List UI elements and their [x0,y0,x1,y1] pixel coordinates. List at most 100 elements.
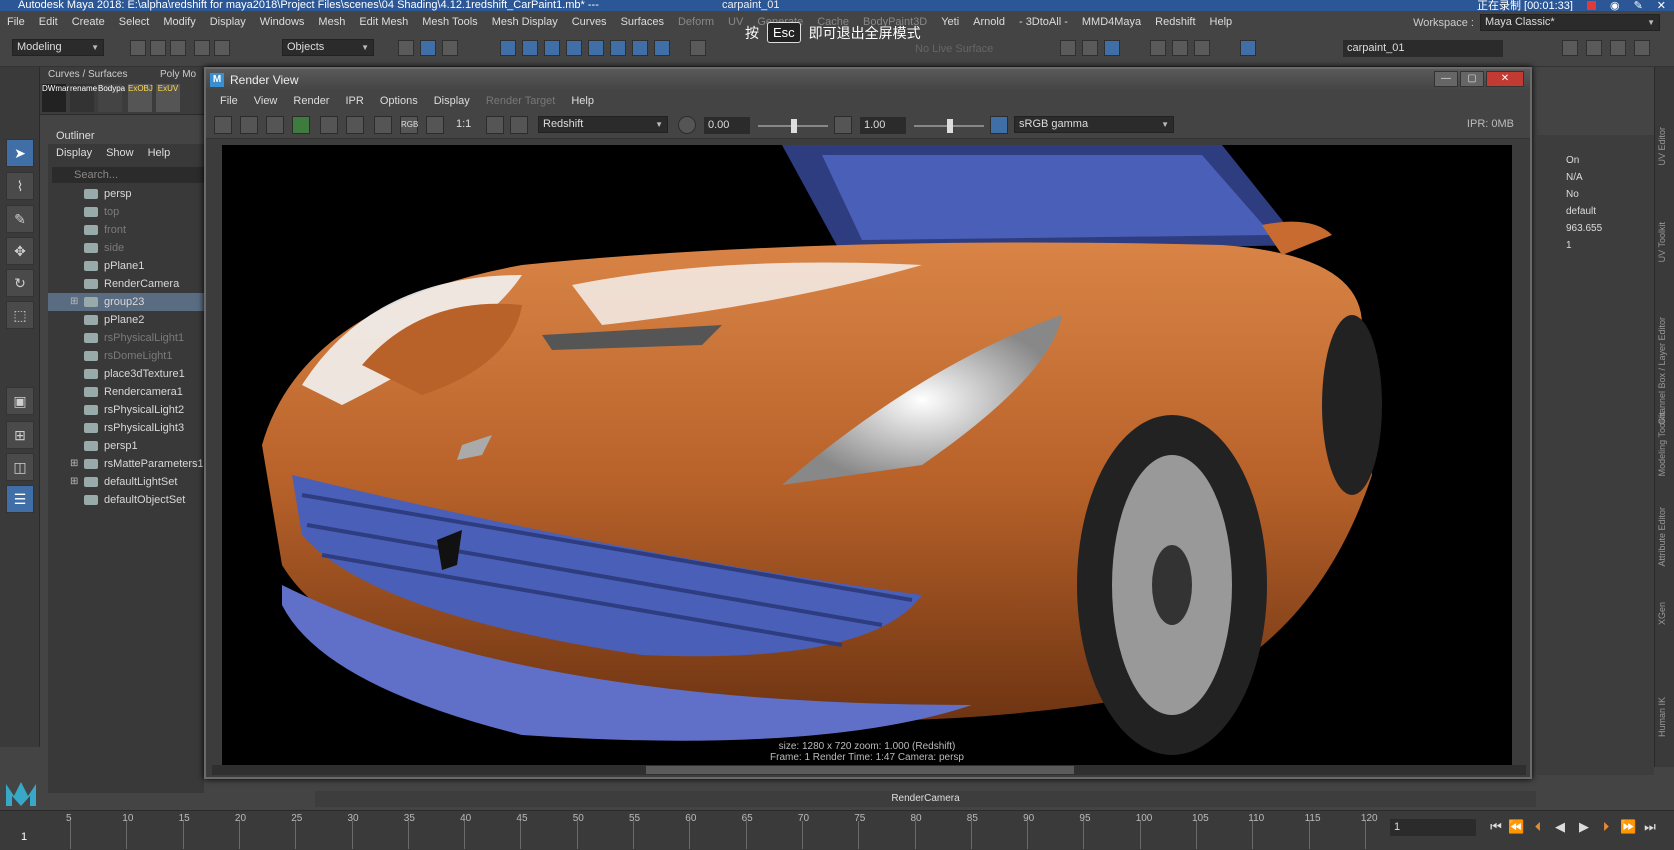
menu-mesh-tools[interactable]: Mesh Tools [415,16,484,28]
menu-redshift[interactable]: Redshift [1148,16,1202,28]
snap-point-icon[interactable] [544,40,560,56]
outliner-item[interactable]: rsPhysicalLight1 [48,329,204,347]
outliner-menu-show[interactable]: Show [106,147,134,159]
new-scene-icon[interactable] [130,40,146,56]
shelf-tab-poly[interactable]: Poly Mo [160,69,196,80]
outliner-item[interactable]: pPlane2 [48,311,204,329]
ipr-refresh-icon[interactable] [320,116,338,134]
expand-icon[interactable]: ⊞ [70,455,78,473]
render-view-titlebar[interactable]: M Render View — ▢ ✕ [206,69,1530,91]
outliner-item[interactable]: RenderCamera [48,275,204,293]
select-hierarchy-icon[interactable] [398,40,414,56]
menu-display[interactable]: Display [203,16,253,28]
exposure-reset-icon[interactable] [678,116,696,134]
outliner-item[interactable]: defaultObjectSet [48,491,204,509]
play-back-icon[interactable]: ◀ [1552,819,1568,835]
maximize-button[interactable]: ▢ [1460,71,1484,87]
workspace-dropdown[interactable]: Maya Classic* [1480,14,1660,31]
right-tab-uv-toolkit[interactable]: UV Toolkit [1657,222,1667,262]
outliner-item[interactable]: persp1 [48,437,204,455]
paint-select-icon[interactable]: ✎ [6,205,34,233]
ipr-render-icon[interactable] [292,116,310,134]
camera-icon[interactable] [1060,40,1076,56]
outliner-item[interactable]: top [48,203,204,221]
renderer-dropdown[interactable]: Redshift [538,116,668,133]
rv-menu-render[interactable]: Render [285,95,337,107]
outliner-item[interactable]: rsDomeLight1 [48,347,204,365]
right-tab-human-ik[interactable]: Human IK [1657,697,1667,737]
go-to-end-icon[interactable]: ⏭ [1642,819,1658,835]
render-icon[interactable] [1082,40,1098,56]
menu-yeti[interactable]: Yeti [934,16,966,28]
render-frame-icon[interactable] [214,116,232,134]
camera-icon[interactable]: ◉ [1610,0,1620,11]
outliner-item[interactable]: Rendercamera1 [48,383,204,401]
menu-edit-mesh[interactable]: Edit Mesh [352,16,415,28]
gamma-reset-icon[interactable] [834,116,852,134]
exposure-field[interactable]: 0.00 [704,117,750,134]
color-management-icon[interactable] [990,116,1008,134]
snap-view-icon[interactable] [588,40,604,56]
shelf-button-bodypaint[interactable]: Bodypa [98,84,125,112]
attribute-editor-icon[interactable] [1586,40,1602,56]
rv-menu-help[interactable]: Help [563,95,602,107]
zoom-ratio-label[interactable]: 1:1 [456,118,471,130]
pen-icon[interactable]: ✎ [1634,0,1643,11]
outliner-search-input[interactable]: Search... [52,167,204,183]
outliner-item[interactable]: place3dTexture1 [48,365,204,383]
outliner-item[interactable]: rsPhysicalLight2 [48,401,204,419]
right-tab-modeling-toolkit[interactable]: Modeling Toolkit [1657,412,1667,476]
rv-menu-options[interactable]: Options [372,95,426,107]
menu-edit[interactable]: Edit [32,16,65,28]
open-scene-icon[interactable] [150,40,166,56]
next-key-icon[interactable]: ⏵ [1598,819,1614,835]
menu-windows[interactable]: Windows [253,16,312,28]
menu-3dtoall[interactable]: - 3DtoAll - [1012,16,1075,28]
single-view-icon[interactable]: ▣ [6,387,34,415]
exposure-slider[interactable] [758,119,828,133]
snap-grid-icon[interactable] [500,40,516,56]
stop-render-icon[interactable] [1172,40,1188,56]
play-forward-icon[interactable]: ▶ [1576,819,1592,835]
outliner-item[interactable]: ⊞ defaultLightSet [48,473,204,491]
lasso-tool-icon[interactable]: ⌇ [6,172,34,200]
outliner-item[interactable]: ⊞ rsMatteParameters1 [48,455,204,473]
shading-icon[interactable] [1150,40,1166,56]
menu-create[interactable]: Create [65,16,112,28]
rv-menu-view[interactable]: View [246,95,286,107]
shelf-button-rename[interactable]: rename [70,84,97,112]
four-view-icon[interactable]: ⊞ [6,421,34,449]
name-field[interactable]: carpaint_01 [1343,40,1503,57]
right-tab-xgen[interactable]: XGen [1657,602,1667,625]
two-view-icon[interactable]: ◫ [6,453,34,481]
stop-record-icon[interactable] [1586,1,1596,10]
menu-arnold[interactable]: Arnold [966,16,1012,28]
menu-select[interactable]: Select [112,16,157,28]
select-tool-icon[interactable]: ➤ [6,139,34,167]
alpha-channel-icon[interactable] [426,116,444,134]
outliner-item[interactable]: persp [48,185,204,203]
frame-field[interactable]: 1 [1390,819,1476,836]
menu-modify[interactable]: Modify [156,16,202,28]
save-scene-icon[interactable] [170,40,186,56]
outliner-menu-help[interactable]: Help [148,147,171,159]
render-settings-icon[interactable] [654,40,670,56]
close-button[interactable]: ✕ [1486,71,1524,87]
right-tab-uv-editor[interactable]: UV Editor [1657,127,1667,166]
render-frame-icon[interactable] [610,40,626,56]
scrollbar-thumb[interactable] [646,766,1074,774]
prev-key-icon[interactable]: ⏴ [1530,819,1546,835]
rv-menu-ipr[interactable]: IPR [337,95,371,107]
shelf-tab-curves[interactable]: Curves / Surfaces [48,69,127,80]
render-view-scrollbar[interactable] [212,765,1526,775]
outliner-menu-display[interactable]: Display [56,147,92,159]
menu-mesh-display[interactable]: Mesh Display [485,16,565,28]
rv-menu-display[interactable]: Display [426,95,478,107]
shelf-button-dwmar[interactable]: DWmar [42,84,69,112]
select-component-icon[interactable] [442,40,458,56]
rotate-tool-icon[interactable]: ↻ [6,269,34,297]
redo-icon[interactable] [214,40,230,56]
render-view-icon[interactable] [1104,40,1120,56]
rgb-channel-icon[interactable]: RGB [400,116,418,134]
go-to-start-icon[interactable]: ⏮ [1488,819,1504,835]
